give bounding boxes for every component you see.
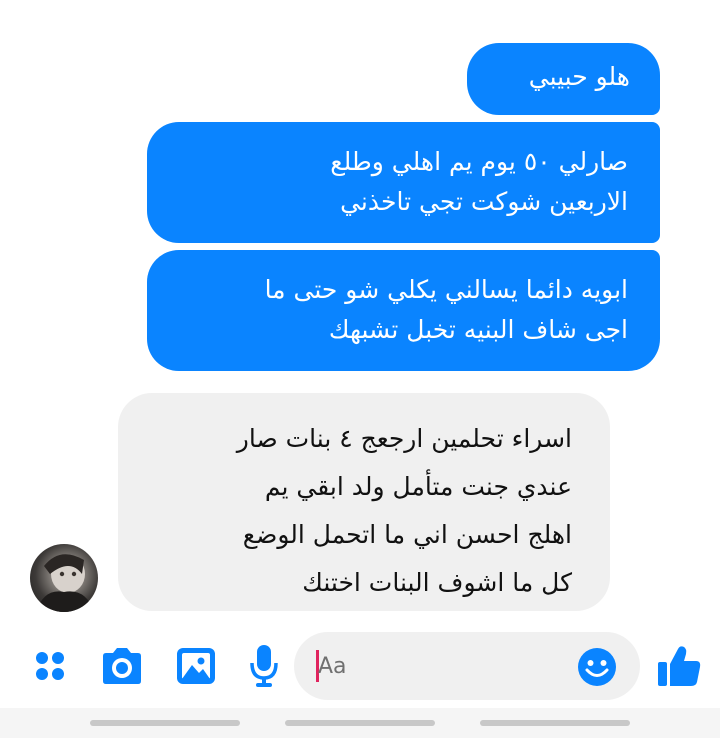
gallery-icon[interactable] <box>172 644 220 688</box>
microphone-icon[interactable] <box>244 642 284 690</box>
contact-avatar[interactable] <box>30 544 98 612</box>
message-input-container[interactable] <box>294 632 640 700</box>
incoming-message-bubble[interactable]: اسراء تحلمين ارجعج ٤ بنات صار عندي جنت م… <box>118 393 610 611</box>
outgoing-message-bubble[interactable]: ابويه دائما يسالني يكلي شو حتى ما اجى شا… <box>147 250 660 371</box>
apps-icon[interactable] <box>30 646 70 686</box>
message-composer <box>0 630 720 708</box>
nav-home[interactable] <box>285 720 435 726</box>
camera-icon[interactable] <box>98 644 146 688</box>
avatar-photo <box>36 554 94 612</box>
outgoing-message-bubble[interactable]: هلو حبيبي <box>467 43 660 115</box>
thumbs-up-icon[interactable] <box>654 640 704 692</box>
conversation-thread: هلو حبيبي صارلي ٥٠ يوم يم اهلي وطلع الار… <box>0 0 720 630</box>
system-navigation-bar <box>0 708 720 738</box>
nav-recent-apps[interactable] <box>90 720 240 726</box>
outgoing-message-bubble[interactable]: صارلي ٥٠ يوم يم اهلي وطلع الاربعين شوكت … <box>147 122 660 243</box>
message-input[interactable] <box>318 646 568 686</box>
nav-back[interactable] <box>480 720 630 726</box>
emoji-icon[interactable] <box>576 646 618 688</box>
